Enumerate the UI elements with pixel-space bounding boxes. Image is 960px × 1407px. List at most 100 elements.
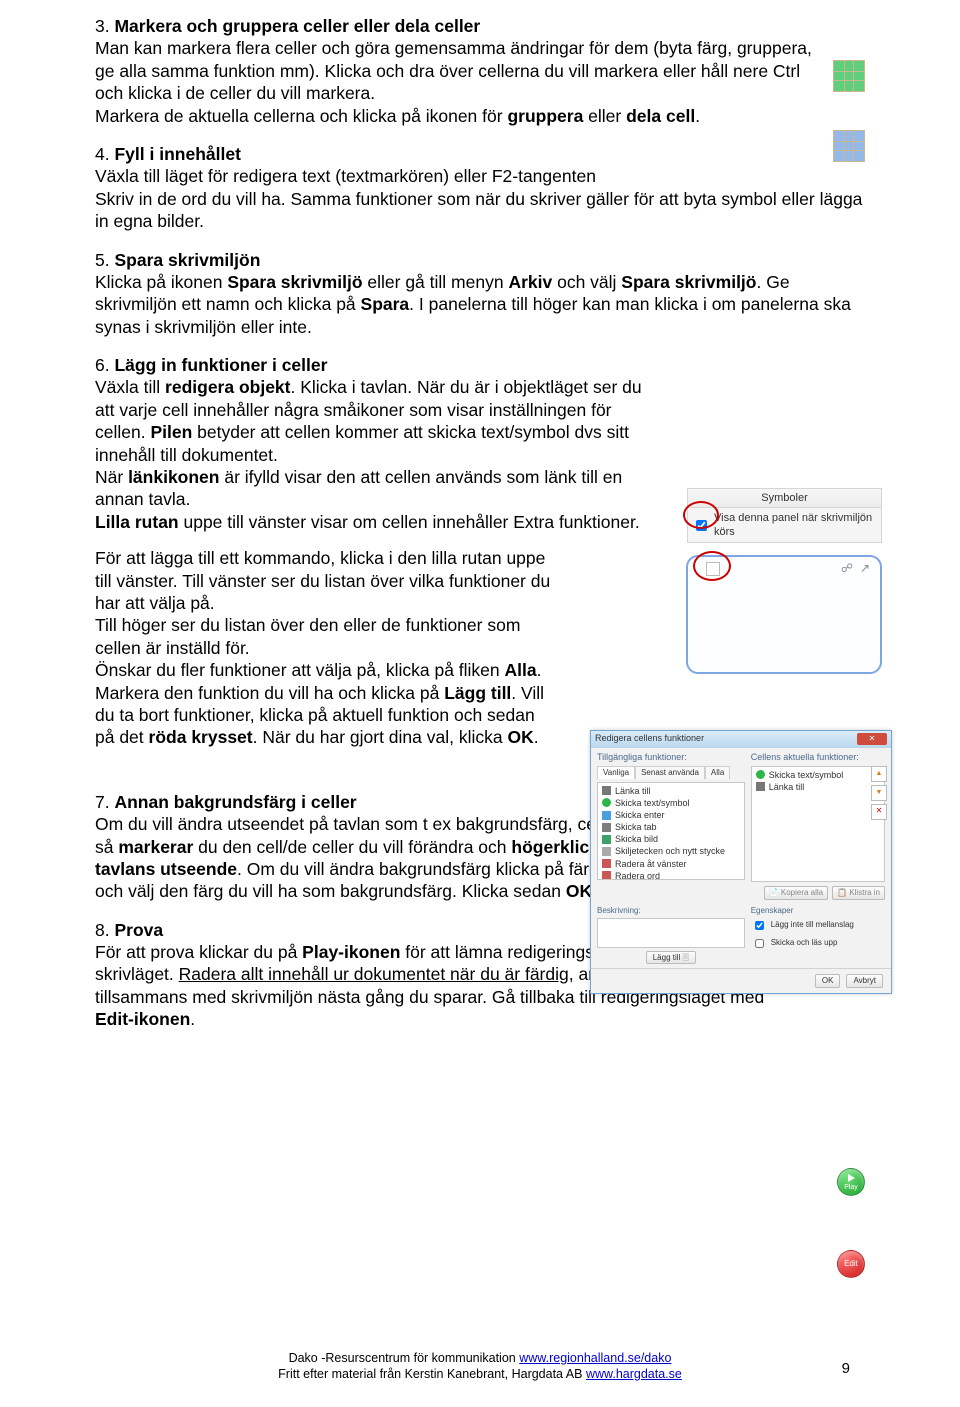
text-run: eller [583, 106, 626, 126]
split-cell-icon [833, 130, 865, 162]
button-label: Lägg till [653, 953, 681, 962]
delete-word-icon [602, 871, 611, 879]
text-run: . När du har gjort dina val, klicka [253, 727, 508, 747]
bold-term: dela cell [626, 106, 695, 126]
section-3-heading: 3. Markera och gruppera celler eller del… [95, 15, 865, 37]
section-3-p1: Man kan markera flera celler och göra ge… [95, 37, 830, 104]
item-label: Radera ord [615, 870, 660, 880]
column-header: Tillgängliga funktioner: [597, 752, 745, 764]
text-run: Klicka på ikonen [95, 272, 227, 292]
send-enter-icon [602, 811, 611, 820]
heading-number: 4. [95, 144, 110, 164]
available-functions-column: Tillgängliga funktioner: Vanliga Senast … [597, 752, 745, 902]
text-run: Växla till [95, 377, 165, 397]
list-item[interactable]: Länka till [756, 781, 880, 793]
section-6-p6: Önskar du fler funktioner att välja på, … [95, 659, 555, 749]
tab-all[interactable]: Alla [705, 766, 730, 779]
punct-newpara-icon [602, 847, 611, 856]
list-item[interactable]: Länka till [602, 785, 740, 797]
copy-all-button[interactable]: 📄 Kopiera alla [764, 886, 828, 900]
no-space-checkbox[interactable] [755, 921, 764, 930]
bold-term: Spara skrivmiljö [227, 272, 362, 292]
remove-function-button[interactable]: ✕ [871, 804, 887, 820]
section-4-p1: Växla till läget för redigera text (text… [95, 165, 865, 187]
heading-number: 6. [95, 355, 110, 375]
heading-text: Markera och gruppera celler eller dela c… [114, 16, 480, 36]
page-number: 9 [842, 1359, 850, 1378]
section-6-p1: Växla till redigera objekt. Klicka i tav… [95, 376, 665, 466]
play-icon: Play [837, 1168, 865, 1196]
send-arrow-icon: ↗ [860, 561, 870, 576]
highlight-circle-icon [683, 501, 719, 529]
list-item[interactable]: Skicka text/symbol [602, 797, 740, 809]
item-label: Radera åt vänster [615, 858, 687, 870]
paste-button[interactable]: 📋 Klistra in [832, 886, 885, 900]
cancel-button[interactable]: Avbryt [846, 974, 883, 988]
delete-left-icon [602, 859, 611, 868]
description-textbox[interactable] [597, 918, 745, 948]
list-item[interactable]: Radera ord [602, 870, 740, 880]
move-up-button[interactable] [871, 766, 887, 782]
symbols-panel: Symboler Visa denna panel när skrivmiljö… [687, 488, 882, 543]
section-6-p3: Lilla rutan uppe till vänster visar om c… [95, 511, 675, 533]
bold-term: röda krysset [149, 727, 253, 747]
section-6-p5: Till höger ser du listan över den eller … [95, 614, 555, 659]
text-run: . [695, 106, 700, 126]
button-label: Kopiera alla [781, 888, 823, 897]
text-run: du den cell/de celler du vill förändra o… [193, 837, 511, 857]
text-run: Önskar du fler funktioner att välja på, … [95, 660, 505, 680]
ok-button[interactable]: OK [815, 974, 841, 988]
no-space-check[interactable]: Lägg inte till mellanslag [751, 918, 885, 933]
checkbox-label: Skicka och läs upp [771, 938, 838, 948]
heading-number: 3. [95, 16, 110, 36]
properties-area: Egenskaper Lägg inte till mellanslag Ski… [751, 906, 885, 964]
bold-term: Play-ikonen [302, 942, 400, 962]
item-label: Skicka tab [615, 821, 657, 833]
add-function-button[interactable]: Lägg till 🗏 [646, 951, 696, 964]
section-5-body: Klicka på ikonen Spara skrivmiljö eller … [95, 271, 865, 338]
current-functions-list[interactable]: Skicka text/symbol Länka till [751, 766, 885, 882]
available-functions-list[interactable]: Länka till Skicka text/symbol Skicka ent… [597, 782, 745, 880]
item-label: Länka till [769, 781, 805, 793]
section-3-p2: Markera de aktuella cellerna och klicka … [95, 105, 830, 127]
list-item[interactable]: Skicka bild [602, 833, 740, 845]
icon-label: Edit [844, 1259, 858, 1269]
list-item[interactable]: Radera åt vänster [602, 858, 740, 870]
edit-icon: Edit [837, 1250, 865, 1278]
heading-text: Fyll i innehållet [114, 144, 240, 164]
list-item[interactable]: Skicka text/symbol [756, 769, 880, 781]
tab-common[interactable]: Vanliga [597, 766, 635, 779]
current-functions-column: Cellens aktuella funktioner: Skicka text… [751, 752, 885, 902]
footer-link-1[interactable]: www.regionhalland.se/dako [519, 1351, 671, 1365]
section-4-heading: 4. Fyll i innehållet [95, 143, 865, 165]
text-run: . [534, 727, 539, 747]
list-item[interactable]: Skiljetecken och nytt stycke [602, 845, 740, 857]
section-6: 6. Lägg in funktioner i celler Växla til… [95, 354, 865, 749]
list-item[interactable]: Skicka tab [602, 821, 740, 833]
send-and-read-check[interactable]: Skicka och läs upp [751, 936, 885, 951]
link-icon: ☍ [841, 561, 853, 576]
move-down-button[interactable] [871, 785, 887, 801]
symbols-panel-title: Symboler [687, 488, 882, 508]
page-footer: Dako -Resurscentrum för kommunikation ww… [0, 1350, 960, 1382]
section-6-p2: När länkikonen är ifylld visar den att c… [95, 466, 675, 511]
bold-term: redigera objekt [165, 377, 290, 397]
section-4: 4. Fyll i innehållet Växla till läget fö… [95, 143, 865, 233]
extra-functions-box-icon [706, 562, 720, 576]
list-item[interactable]: Skicka enter [602, 809, 740, 821]
bold-term: Lägg till [444, 683, 511, 703]
function-tabs: Vanliga Senast använda Alla [597, 766, 745, 779]
footer-link-2[interactable]: www.hargdata.se [586, 1367, 682, 1381]
dialog-titlebar: Redigera cellens funktioner ✕ [591, 731, 891, 748]
footer-text: Dako -Resurscentrum för kommunikation [289, 1351, 520, 1365]
tab-recent[interactable]: Senast använda [635, 766, 705, 779]
link-to-icon [602, 786, 611, 795]
heading-text: Prova [114, 920, 163, 940]
send-read-checkbox[interactable] [755, 939, 764, 948]
heading-number: 8. [95, 920, 110, 940]
bold-term: Edit-ikonen [95, 1009, 190, 1029]
heading-text: Spara skrivmiljön [114, 250, 260, 270]
dialog-close-button[interactable]: ✕ [857, 733, 887, 745]
bold-term: Alla [505, 660, 537, 680]
send-image-icon [602, 835, 611, 844]
